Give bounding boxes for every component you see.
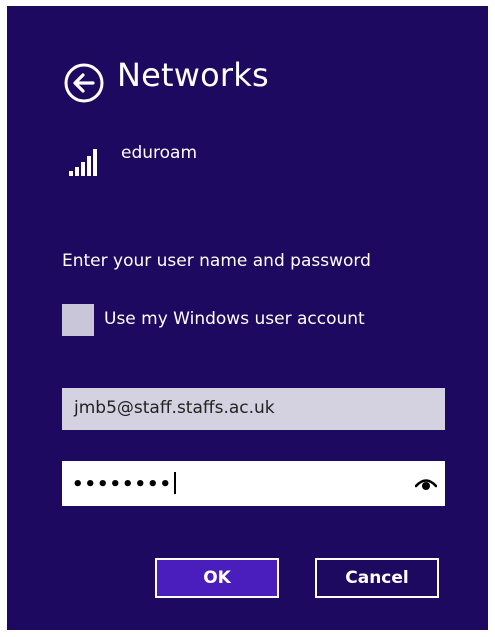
ok-button[interactable]: OK [155, 558, 279, 598]
cancel-button[interactable]: Cancel [315, 558, 439, 598]
back-button[interactable] [62, 61, 106, 105]
eye-icon[interactable] [415, 474, 437, 492]
credentials-prompt: Enter your user name and password [62, 251, 371, 271]
back-arrow-icon [64, 63, 104, 103]
username-field[interactable]: jmb5@staff.staffs.ac.uk [62, 388, 445, 430]
password-mask: •••••••• [72, 472, 177, 495]
network-credentials-panel: Networks eduroam Enter your user name an… [7, 6, 488, 630]
wifi-signal-icon [69, 149, 97, 176]
network-name: eduroam [121, 143, 198, 163]
text-caret [174, 472, 177, 494]
use-windows-account-label: Use my Windows user account [104, 309, 365, 329]
password-mask-text: •••••••• [72, 474, 173, 495]
password-field[interactable]: •••••••• [62, 461, 445, 506]
page-title: Networks [117, 56, 269, 94]
use-windows-account-checkbox[interactable] [62, 304, 94, 336]
